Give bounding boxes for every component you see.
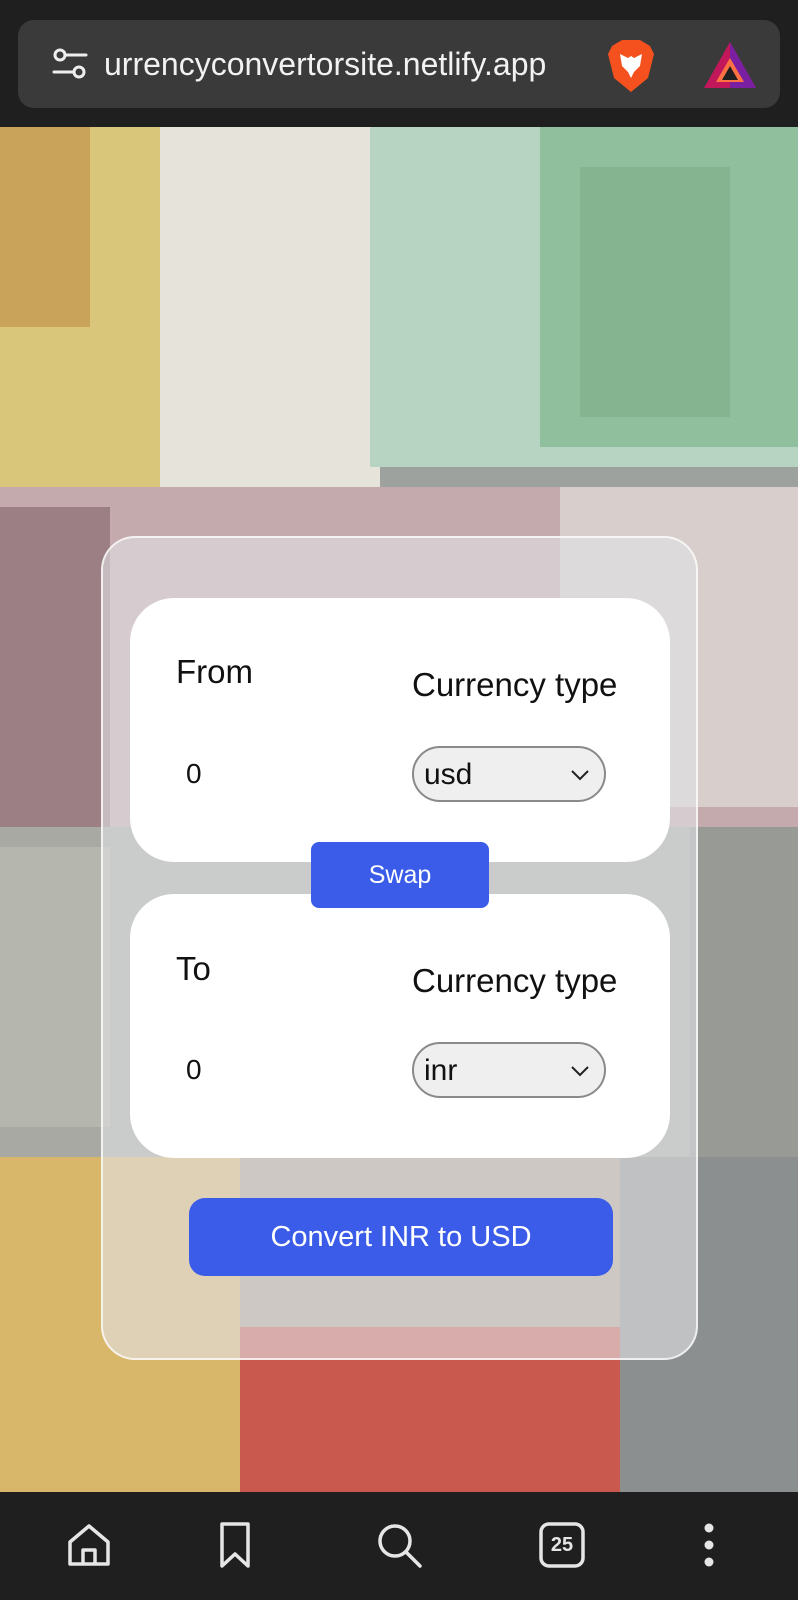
more-vertical-icon[interactable] bbox=[684, 1520, 734, 1570]
from-label: From bbox=[176, 653, 253, 690]
convert-button[interactable]: Convert INR to USD bbox=[189, 1198, 613, 1276]
browser-bottom-bar: 25 bbox=[0, 1492, 798, 1600]
converter-card: From Currency type 0 usd To Currency typ… bbox=[101, 536, 698, 1360]
page-content: From Currency type 0 usd To Currency typ… bbox=[0, 127, 798, 1492]
tune-icon[interactable] bbox=[50, 44, 90, 84]
tab-count: 25 bbox=[550, 1534, 574, 1556]
from-amount-input[interactable]: 0 bbox=[186, 758, 202, 790]
brave-rewards-icon[interactable] bbox=[702, 40, 758, 90]
swap-button[interactable]: Swap bbox=[311, 842, 489, 908]
tabs-icon[interactable]: 25 bbox=[537, 1520, 587, 1570]
browser-top-bar: urrencyconvertorsite.netlify.app bbox=[0, 0, 798, 127]
to-currency-value: inr bbox=[424, 1054, 458, 1087]
from-panel: From Currency type 0 usd bbox=[130, 598, 670, 862]
to-label: To bbox=[176, 950, 211, 987]
address-bar[interactable]: urrencyconvertorsite.netlify.app bbox=[18, 20, 780, 108]
chevron-down-icon bbox=[571, 1066, 589, 1077]
bookmark-icon[interactable] bbox=[210, 1520, 260, 1570]
home-icon[interactable] bbox=[64, 1520, 114, 1570]
from-currency-value: usd bbox=[424, 758, 473, 791]
from-currency-select[interactable]: usd bbox=[412, 746, 606, 802]
to-currency-select[interactable]: inr bbox=[412, 1042, 606, 1098]
to-amount-input[interactable]: 0 bbox=[186, 1054, 202, 1086]
from-currency-type-label: Currency type bbox=[412, 666, 618, 703]
brave-lion-icon[interactable] bbox=[604, 38, 658, 94]
to-panel: To Currency type 0 inr bbox=[130, 894, 670, 1158]
search-icon[interactable] bbox=[374, 1520, 424, 1570]
url-text[interactable]: urrencyconvertorsite.netlify.app bbox=[104, 45, 604, 83]
chevron-down-icon bbox=[571, 770, 589, 781]
to-currency-type-label: Currency type bbox=[412, 962, 618, 999]
